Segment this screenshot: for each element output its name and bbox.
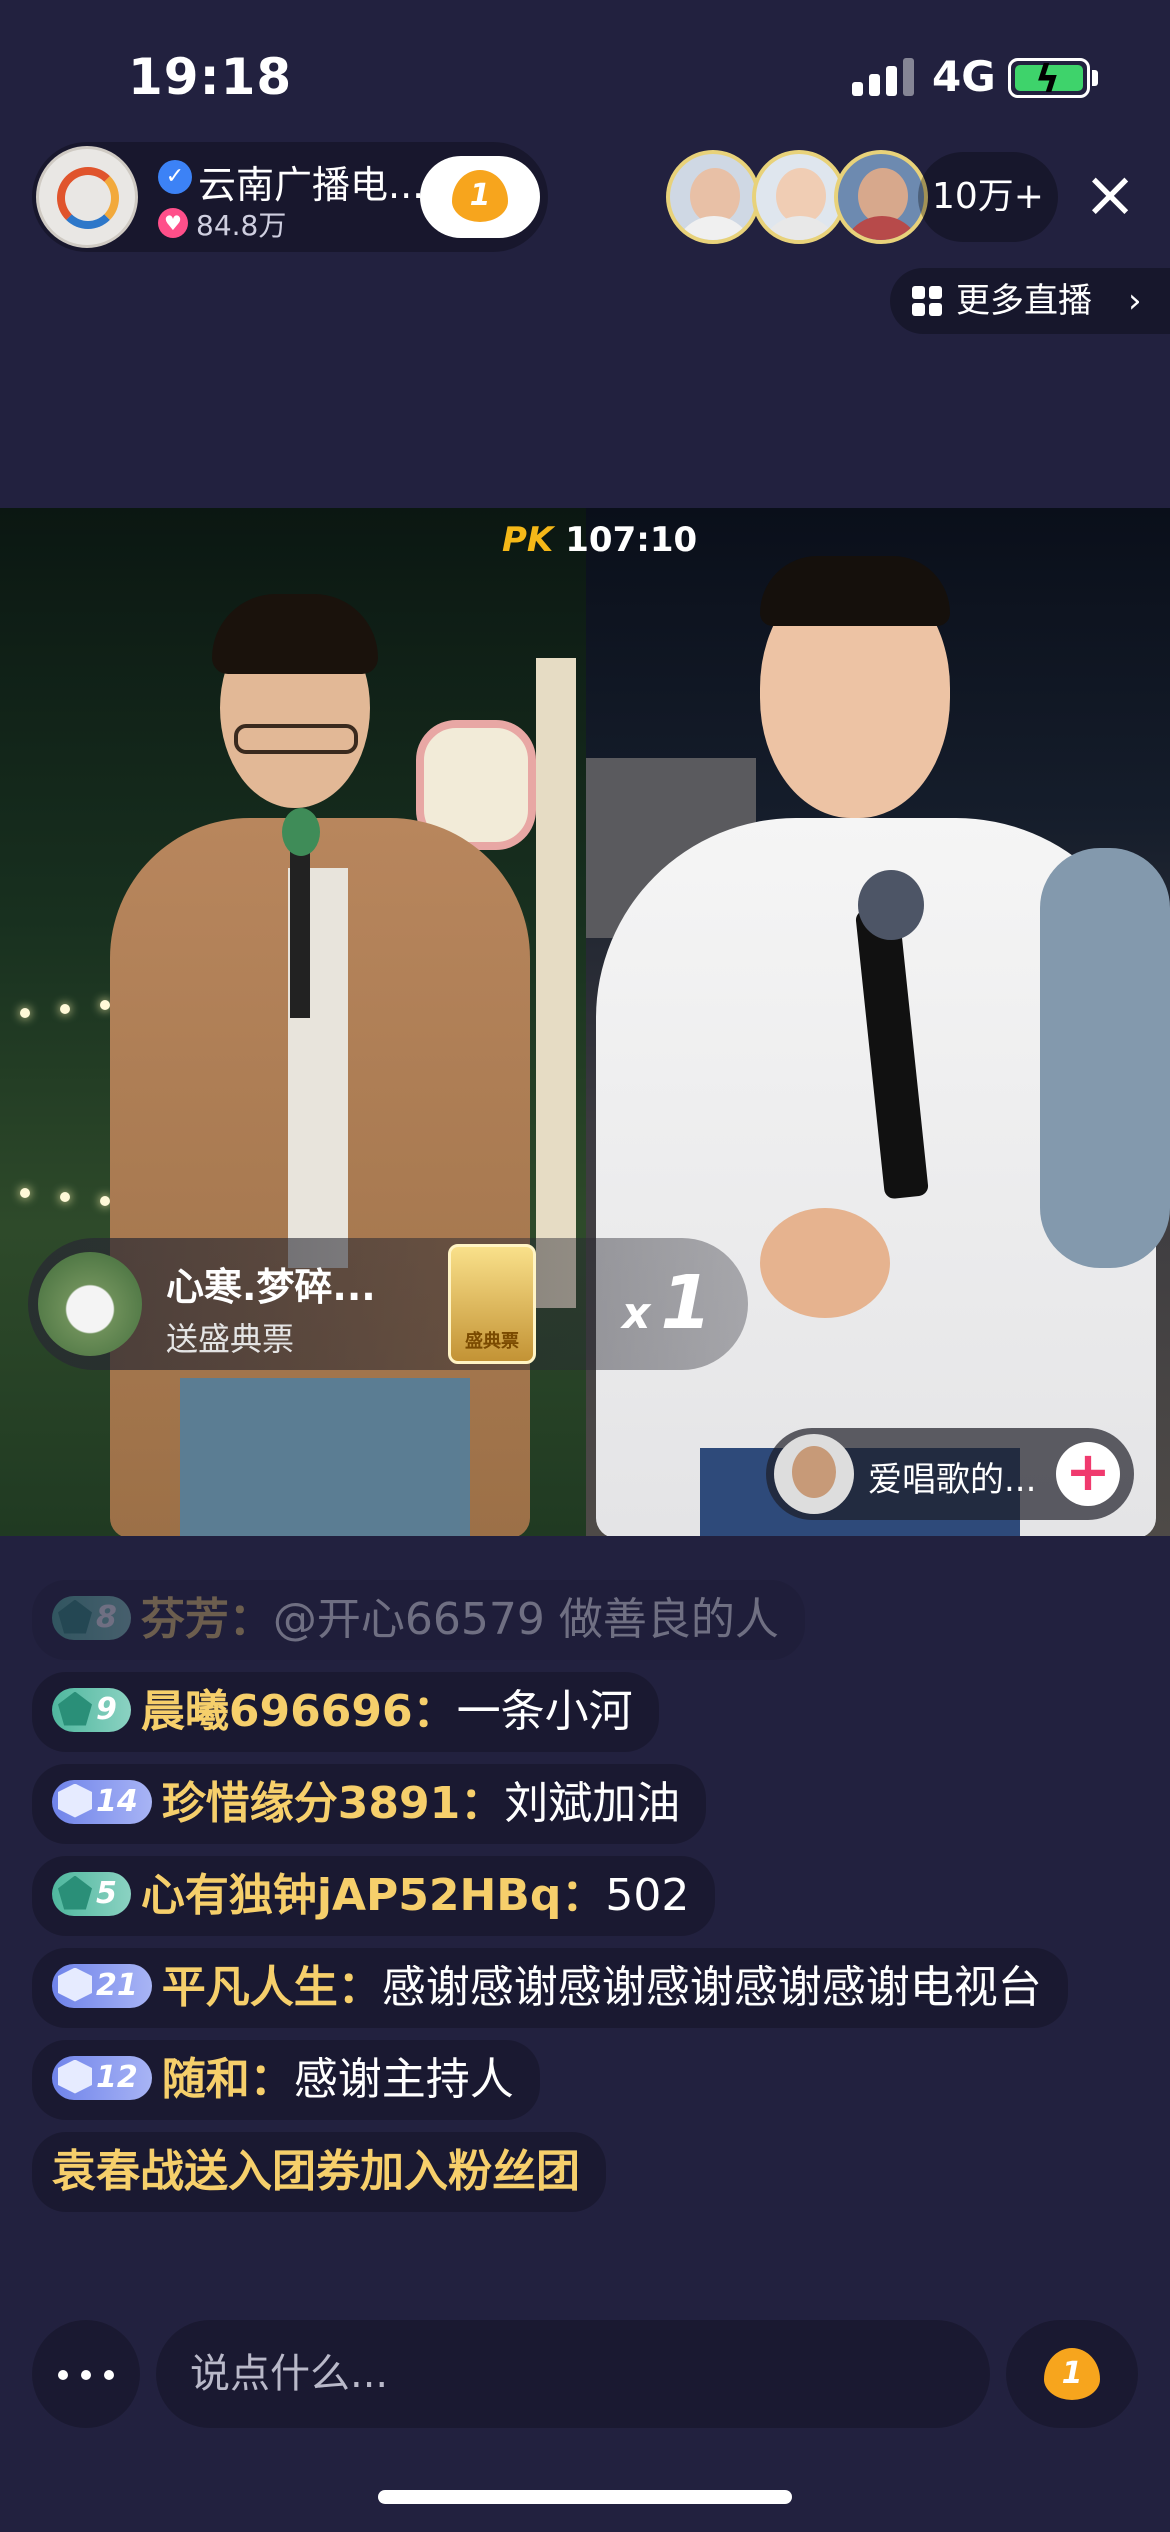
- comment-item[interactable]: 21 平凡人生：感谢感谢感谢感谢感谢感谢电视台: [32, 1948, 1068, 2028]
- comment-row: 8 芬芳：@开心66579 做善良的人: [32, 1580, 1142, 1672]
- gift-sender-avatar[interactable]: [38, 1252, 142, 1356]
- user-level-badge: 8: [52, 1596, 131, 1640]
- gem-icon: [58, 1691, 92, 1726]
- comment-text: 刘斌加油: [504, 1778, 681, 1829]
- battery-tip: [1092, 70, 1098, 86]
- user-level-badge: 21: [52, 1964, 152, 2008]
- system-message: 袁春战送入团券加入粉丝团: [32, 2132, 606, 2212]
- level-number: 8: [96, 1600, 117, 1635]
- comment-text: 502: [605, 1870, 690, 1921]
- network-type: 4G: [932, 52, 996, 101]
- follow-opponent-button[interactable]: +: [1056, 1442, 1120, 1506]
- host-avatar[interactable]: [36, 146, 138, 248]
- comment-item[interactable]: 8 芬芳：@开心66579 做善良的人: [32, 1580, 805, 1660]
- pk-timer: PK 107:10: [502, 520, 697, 560]
- user-level-badge: 14: [52, 1780, 152, 1824]
- user-level-badge: 9: [52, 1688, 131, 1732]
- gift-heart-icon: 1: [1044, 2348, 1100, 2400]
- close-button[interactable]: ×: [1080, 160, 1140, 230]
- heart-icon: ♥: [158, 208, 188, 238]
- comment-item[interactable]: 5 心有独钟jAP52HBq：502: [32, 1856, 716, 1936]
- host-name[interactable]: 云南广播电...: [198, 154, 424, 209]
- verified-icon: ✓: [158, 160, 192, 194]
- home-indicator[interactable]: [378, 2490, 792, 2504]
- pk-logo: PK: [502, 520, 554, 560]
- comment-username[interactable]: 芬芳：: [141, 1594, 273, 1645]
- comment-username[interactable]: 心有独钟jAP52HBq：: [141, 1870, 605, 1921]
- viewer-avatar[interactable]: [752, 150, 846, 244]
- level-number: 12: [96, 2060, 138, 2095]
- opponent-avatar[interactable]: [774, 1434, 854, 1514]
- signal-icon: [852, 56, 916, 96]
- chevron-right-icon: ›: [1128, 281, 1142, 321]
- ticket-gift-icon: 盛典票: [448, 1244, 536, 1364]
- comment-text: 感谢主持人: [293, 2054, 514, 2105]
- more-live-label: 更多直播: [956, 281, 1092, 321]
- gift-sender-name: 心寒.梦碎...: [166, 1265, 376, 1309]
- comment-row: 9 晨曦696696：一条小河: [32, 1672, 1142, 1764]
- status-time: 19:18: [128, 48, 293, 106]
- comment-username[interactable]: 晨曦696696：: [141, 1686, 457, 1737]
- viewer-count[interactable]: 10万+: [918, 152, 1058, 242]
- battery-icon: ϟ: [1008, 57, 1090, 101]
- host-video-left: [0, 508, 586, 1536]
- comment-text: @开心66579 做善良的人: [272, 1594, 779, 1645]
- gift-action: 送盛典票: [166, 1320, 295, 1358]
- gift-banner: 心寒.梦碎... 送盛典票 盛典票 x1: [28, 1238, 748, 1370]
- level-number: 21: [96, 1968, 138, 2003]
- opponent-name: 爱唱歌的...: [868, 1460, 1037, 1500]
- user-level-badge: 5: [52, 1872, 131, 1916]
- opponent-info[interactable]: 爱唱歌的... +: [766, 1428, 1134, 1520]
- level-number: 14: [96, 1784, 138, 1819]
- comment-list[interactable]: 8 芬芳：@开心66579 做善良的人 9 晨曦696696：一条小河 14 珍惜缘分38…: [32, 1580, 1142, 2224]
- live-video[interactable]: PK 107:10 心寒.梦碎... 送盛典票 盛典票 x1 爱唱歌的... +: [0, 508, 1170, 1536]
- comment-item[interactable]: 9 晨曦696696：一条小河: [32, 1672, 659, 1752]
- level-number: 9: [96, 1692, 117, 1727]
- pk-time: 107:10: [565, 520, 698, 560]
- comment-row: 12 随和：感谢主持人: [32, 2040, 1142, 2132]
- comment-row: 14 珍惜缘分3891：刘斌加油: [32, 1764, 1142, 1856]
- status-bar: 19:18 4G ϟ: [0, 0, 1170, 150]
- grid-icon: [912, 286, 942, 316]
- more-live-button[interactable]: 更多直播 ›: [890, 268, 1170, 334]
- comment-username[interactable]: 平凡人生：: [162, 1962, 382, 2013]
- viewer-avatar[interactable]: [666, 150, 760, 244]
- comment-username[interactable]: 随和：: [162, 2054, 294, 2105]
- comment-input[interactable]: [190, 2351, 990, 2397]
- gift-button[interactable]: 1: [1006, 2320, 1138, 2428]
- viewer-avatar[interactable]: [834, 150, 928, 244]
- comment-row: 21 平凡人生：感谢感谢感谢感谢感谢感谢电视台: [32, 1948, 1142, 2040]
- gem-icon: [58, 2059, 92, 2094]
- comment-text: 感谢感谢感谢感谢感谢感谢电视台: [381, 1962, 1042, 2013]
- comment-text: 一条小河: [456, 1686, 633, 1737]
- comment-row: 5 心有独钟jAP52HBq：502: [32, 1856, 1142, 1948]
- comment-username[interactable]: 珍惜缘分3891：: [162, 1778, 504, 1829]
- comment-item[interactable]: 14 珍惜缘分3891：刘斌加油: [32, 1764, 707, 1844]
- fan-club-button[interactable]: 1: [420, 156, 540, 238]
- comment-row: 袁春战送入团券加入粉丝团: [32, 2132, 1142, 2224]
- gem-icon: [58, 1783, 92, 1818]
- user-level-badge: 12: [52, 2056, 152, 2100]
- gem-icon: [58, 1875, 92, 1910]
- host-likes: 84.8万: [196, 209, 287, 242]
- comment-item[interactable]: 12 随和：感谢主持人: [32, 2040, 540, 2120]
- fan-badge-icon: 1: [452, 170, 508, 222]
- gem-icon: [58, 1599, 92, 1634]
- host-info[interactable]: ✓ 云南广播电... ♥ 84.8万 1: [32, 142, 548, 252]
- gift-count: x1: [622, 1260, 712, 1346]
- gift-item-label: 盛典票: [465, 1331, 519, 1352]
- more-options-button[interactable]: [32, 2320, 140, 2428]
- comment-input-box[interactable]: [156, 2320, 990, 2428]
- level-number: 5: [96, 1876, 117, 1911]
- gem-icon: [58, 1967, 92, 2002]
